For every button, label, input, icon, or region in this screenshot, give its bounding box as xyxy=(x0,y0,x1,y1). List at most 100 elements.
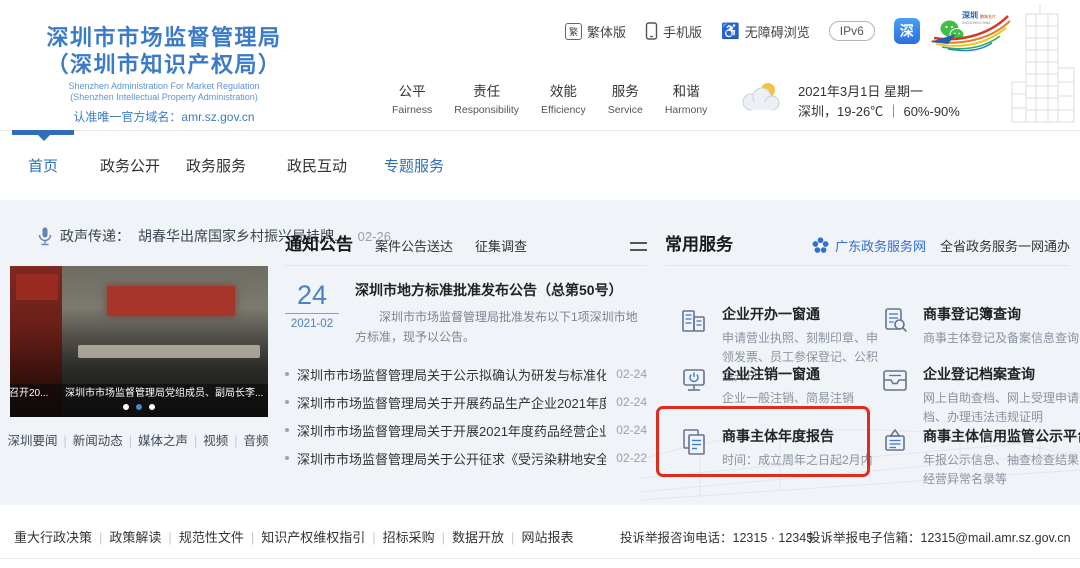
footer-links: 重大行政决策 | 政策解读 | 规范性文件 | 知识产权维权指引 | 招标采购 | 数据开放 | 网站报… xyxy=(14,530,574,545)
carousel-caption-band: 召开20... 深圳市市场监督管理局党组成员、副局长李... xyxy=(10,384,268,417)
nav-item-home[interactable]: 首页 xyxy=(28,155,58,176)
value-item: 和谐 Harmony xyxy=(664,84,708,116)
org-name-cn-2: （深圳市知识产权局） xyxy=(46,52,282,77)
site-header: 深圳市市场监督管理局 （深圳市知识产权局） Shenzhen Administr… xyxy=(0,0,1080,130)
notices-title: 通知公告 xyxy=(285,235,353,254)
service-business-cancellation[interactable]: 企业注销一窗通 企业一般注销、简易注销 xyxy=(679,364,877,408)
carousel-dot-1[interactable] xyxy=(123,404,129,410)
ticker-label: 政声传递： xyxy=(60,228,130,244)
accessibility-link[interactable]: ♿ 无障碍浏览 xyxy=(721,22,810,41)
header-utilities: 繁 繁体版 手机版 ♿ 无障碍浏览 IPv6 深 xyxy=(565,18,965,44)
document-search-icon xyxy=(885,308,908,333)
org-name-en-2: (Shenzhen Intellectual Property Administ… xyxy=(70,92,258,102)
active-tab-indicator xyxy=(12,130,74,141)
monitor-power-icon xyxy=(683,369,705,391)
building-sketch xyxy=(1011,4,1075,123)
service-registry-search[interactable]: 商事登记簿查询 商事主体登记及备案信息查询 xyxy=(880,304,1079,348)
footer-link-open-data[interactable]: 数据开放 xyxy=(452,530,504,545)
value-item: 责任 Responsibility xyxy=(454,84,520,116)
value-item: 服务 Service xyxy=(607,84,643,116)
bullet-icon xyxy=(285,400,289,404)
complaint-phone: 投诉举报咨询电话：12315 · 12345 xyxy=(620,531,814,545)
mobile-version-link[interactable]: 手机版 xyxy=(645,22,702,41)
carousel-dot-2[interactable] xyxy=(136,404,142,410)
value-item: 公平 Fairness xyxy=(392,84,433,116)
weather-date: 2021年3月1日 星期一 xyxy=(798,84,923,99)
site-logo[interactable]: 深圳市市场监督管理局 （深圳市知识产权局） Shenzhen Administr… xyxy=(14,24,314,125)
microphone-icon xyxy=(38,227,52,245)
tab-media-voice[interactable]: 媒体之声 xyxy=(138,434,188,448)
news-carousel[interactable]: 召开20... 深圳市市场监督管理局党组成员、副局长李... xyxy=(10,266,268,417)
svg-text:深圳: 深圳 xyxy=(962,10,978,20)
footer-link-site-report[interactable]: 网站报表 xyxy=(521,530,573,545)
core-values: 公平 Fairness 责任 Responsibility 效能 Efficiency… xyxy=(392,80,707,116)
footer-link-policy[interactable]: 政策解读 xyxy=(109,530,161,545)
service-archive-search[interactable]: 企业登记档案查询 网上自助查档、网上受理申请查档、办理违法违规证明 xyxy=(880,364,1080,427)
nav-item-disclosure[interactable]: 政务公开 xyxy=(100,155,160,176)
featured-day: 24 xyxy=(285,280,339,314)
weather-info: 2021年3月1日 星期一 深圳，19-26℃ ｜ 60%-90% xyxy=(798,82,960,122)
notice-item[interactable]: 深圳市市场监督管理局关于开展2021年度药品经营企业自查与报... 02-24 xyxy=(285,416,647,444)
tab-audio[interactable]: 音频 xyxy=(244,434,269,448)
footer-link-ip-guide[interactable]: 知识产权维权指引 xyxy=(261,530,365,545)
value-item: 效能 Efficiency xyxy=(541,84,586,116)
weather-cloudy-icon xyxy=(742,83,780,111)
footer-link-decisions[interactable]: 重大行政决策 xyxy=(14,530,92,545)
tab-surveys[interactable]: 征集调查 xyxy=(475,236,527,255)
news-category-tabs: 深圳要闻 | 新闻动态 | 媒体之声 | 视频 | 音频 xyxy=(7,434,269,448)
province-onestop-link[interactable]: 全省政务服务一网通办 xyxy=(940,236,1070,255)
notice-item[interactable]: 深圳市市场监督管理局关于公示拟确认为研发与标准化同步示范企... 02-24 xyxy=(285,360,647,388)
weather-detail: 深圳，19-26℃ ｜ 60%-90% xyxy=(798,104,960,119)
bullet-icon xyxy=(285,428,289,432)
featured-notice[interactable]: 24 2021-02 深圳市地方标准批准发布公告（总第50号） 深圳市市场监督管… xyxy=(285,280,647,347)
gd-portal-flower-icon xyxy=(812,237,829,253)
featured-date: 24 2021-02 xyxy=(285,280,339,347)
tab-video[interactable]: 视频 xyxy=(203,434,228,448)
nav-item-interaction[interactable]: 政民互动 xyxy=(287,155,347,176)
nav-item-services[interactable]: 政务服务 xyxy=(186,155,246,176)
bullet-icon xyxy=(285,372,289,376)
carousel-prev-caption: 召开20... xyxy=(10,388,49,399)
services-panel: 常用服务 广东政务服务网 全省政务服务一网通办 企业开办一窗通 申请营业执照、刻… xyxy=(656,230,1080,491)
credit-board-icon xyxy=(885,428,905,451)
notice-item[interactable]: 深圳市市场监督管理局关于公开征求《受污染耕地安全利用评价规... 02-22 xyxy=(285,444,647,472)
notice-list: 深圳市市场监督管理局关于公示拟确认为研发与标准化同步示范企... 02-24 深… xyxy=(285,360,647,472)
service-annual-report[interactable]: 商事主体年度报告 时间：成立周年之日起2月内 xyxy=(679,426,877,470)
service-credit-platform[interactable]: 商事主体信用监管公示平台 年报公示信息、抽查检查结果、经营异常名录等 xyxy=(880,426,1080,489)
org-name-cn: 深圳市市场监督管理局 xyxy=(46,25,282,50)
svg-text:SHENZHEN CHINA: SHENZHEN CHINA xyxy=(962,21,991,25)
complaint-email: 投诉举报电子信箱：12315@mail.amr.sz.gov.cn xyxy=(808,531,1071,545)
i-shenzhen-app-icon[interactable]: 深 xyxy=(893,18,920,44)
slide-table-graphic xyxy=(78,344,260,359)
divider xyxy=(285,265,647,266)
org-name-en: Shenzhen Administration For Market Regul… xyxy=(68,81,260,91)
accessibility-icon: ♿ xyxy=(721,23,740,40)
featured-title[interactable]: 深圳市地方标准批准发布公告（总第50号） xyxy=(355,280,647,300)
footer-link-tenders[interactable]: 招标采购 xyxy=(383,530,435,545)
carousel-dot-3[interactable] xyxy=(149,404,155,410)
traditional-version-link[interactable]: 繁 繁体版 xyxy=(565,22,626,41)
site-footer: 重大行政决策 | 政策解读 | 规范性文件 | 知识产权维权指引 | 招标采购 | 数据开放 | 网站报… xyxy=(0,505,1080,568)
more-menu-icon[interactable] xyxy=(630,242,647,251)
mobile-icon xyxy=(645,22,658,40)
notices-panel: 通知公告 案件公告送达 征集调查 24 2021-02 深圳市地方标准批准发布公… xyxy=(285,230,647,472)
building-icon xyxy=(682,310,705,332)
official-domain-note: 认准唯一官方域名：amr.sz.gov.cn xyxy=(73,110,255,124)
bullet-icon xyxy=(285,456,289,460)
ipv6-badge[interactable]: IPv6 xyxy=(828,21,875,41)
footer-link-normative[interactable]: 规范性文件 xyxy=(179,530,244,545)
featured-desc: 深圳市市场监督管理局批准发布以下1项深圳市地方标准，现予以公告。 xyxy=(355,310,638,344)
carousel-dots xyxy=(10,404,268,410)
services-title: 常用服务 xyxy=(665,235,733,254)
gd-gov-portal-link[interactable]: 广东政务服务网 xyxy=(812,236,926,255)
content-area: 政声传递： 胡春华出席国家乡村振兴局挂牌... 02-26 召开20... 深圳… xyxy=(0,200,1080,505)
tab-case-announcements[interactable]: 案件公告送达 xyxy=(375,236,453,255)
nav-item-special[interactable]: 专题服务 xyxy=(384,155,444,176)
archive-tray-icon xyxy=(883,370,907,391)
tab-shenzhen-news[interactable]: 深圳要闻 xyxy=(7,434,57,448)
tab-news-updates[interactable]: 新闻动态 xyxy=(73,434,123,448)
annual-report-icon xyxy=(683,429,705,455)
traditional-icon: 繁 xyxy=(565,22,582,40)
notice-item[interactable]: 深圳市市场监督管理局关于开展药品生产企业2021年度自查和202... 02-2… xyxy=(285,388,647,416)
featured-month: 2021-02 xyxy=(290,318,334,330)
